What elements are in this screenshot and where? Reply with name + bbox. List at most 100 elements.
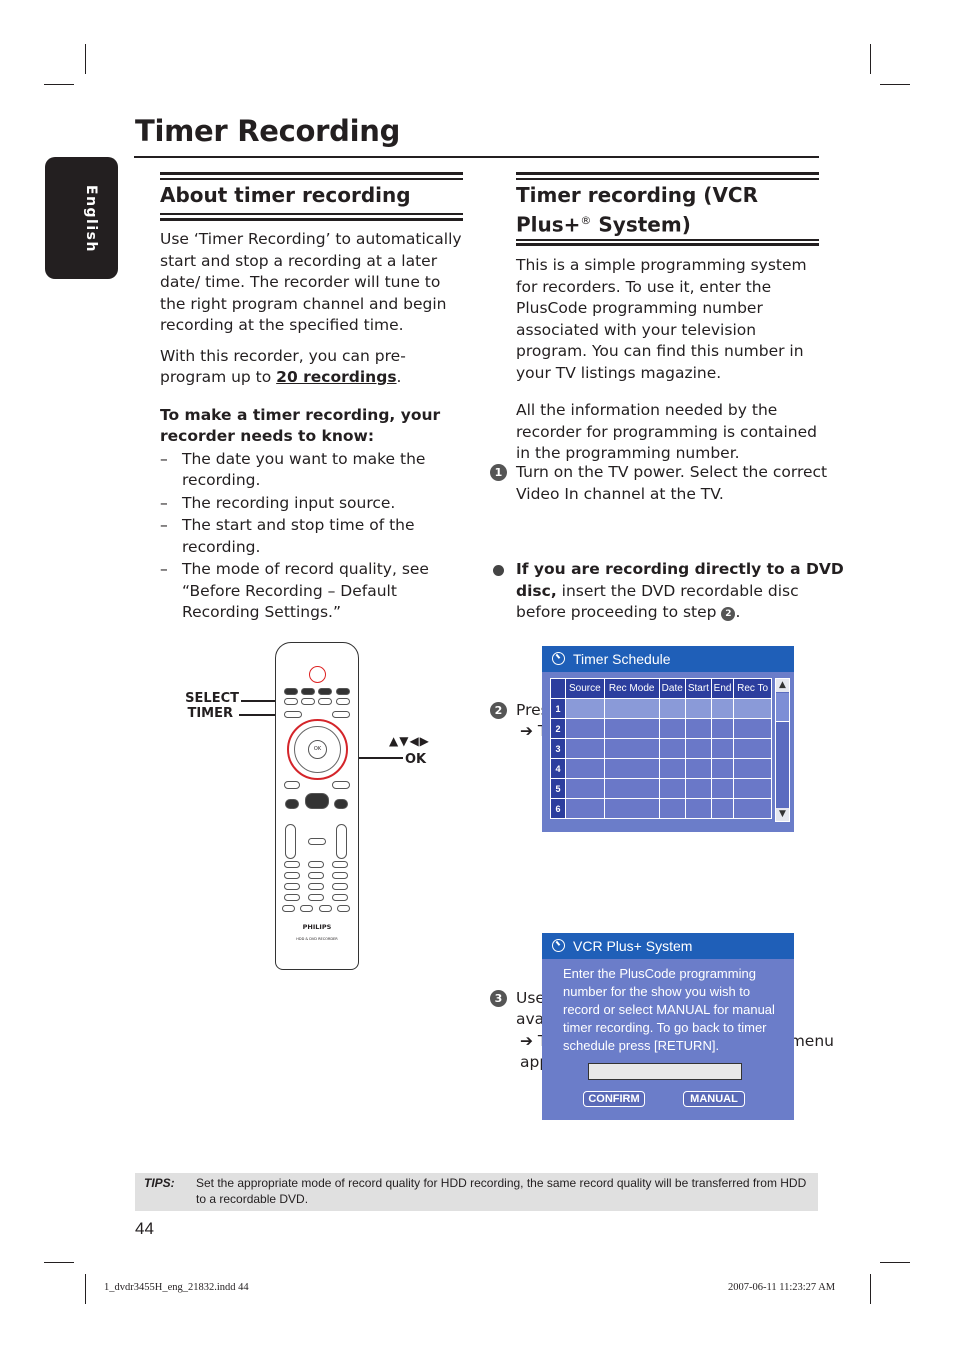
- column-header: Rec Mode: [603, 678, 660, 699]
- step-text: Turn on the TV power. Select the correct…: [516, 463, 828, 503]
- pluscode-input[interactable]: [588, 1063, 742, 1080]
- row-number: 5: [550, 778, 566, 799]
- table-row[interactable]: 4: [550, 758, 772, 779]
- table-row[interactable]: 5: [550, 778, 772, 799]
- heading-rule-top: [160, 172, 463, 175]
- recordings-count: 20 recordings: [276, 368, 397, 386]
- tips-label: TIPS:: [144, 1176, 175, 1190]
- heading-text: System): [591, 212, 691, 237]
- footer-timestamp: 2007-06-11 11:23:27 AM: [728, 1282, 836, 1293]
- remote-brand-logo: PHILIPS: [302, 923, 332, 931]
- heading-line-2: Plus+® System): [516, 208, 758, 238]
- remote-button: [300, 905, 313, 912]
- tips-box: TIPS: Set the appropriate mode of record…: [135, 1173, 818, 1211]
- footer-filename: 1_dvdr3455H_eng_21832.indd 44: [104, 1282, 249, 1293]
- remote-button: [318, 698, 332, 705]
- needs-item: The date you want to make the recording.: [160, 449, 462, 492]
- crop-mark: [880, 1262, 910, 1263]
- timer-button: [284, 711, 302, 718]
- table-row[interactable]: 6: [550, 798, 772, 819]
- table-row[interactable]: 3: [550, 738, 772, 759]
- play-pause-button-icon: [305, 793, 329, 809]
- page-number: 44: [135, 1219, 154, 1238]
- intro-paragraph: Use ‘Timer Recording’ to automatically s…: [160, 230, 462, 334]
- timer-schedule-table: Source Rec Mode Date Start End Rec To 1 …: [550, 678, 772, 819]
- preprogram-suffix: .: [396, 368, 402, 386]
- vcr-plus-title: VCR Plus+ System: [573, 938, 693, 954]
- crop-mark: [44, 84, 74, 85]
- section-heading-about: About timer recording: [160, 183, 411, 207]
- number-button: [308, 894, 324, 901]
- scrollbar-thumb[interactable]: [776, 693, 789, 722]
- page-title: Timer Recording: [135, 114, 401, 148]
- scroll-down-icon[interactable]: ▼: [776, 808, 789, 821]
- number-button: [284, 861, 300, 868]
- channel-rocker: [336, 824, 347, 859]
- confirm-button[interactable]: CONFIRM: [583, 1091, 645, 1107]
- crop-mark: [870, 1274, 871, 1304]
- column-header: Date: [658, 678, 686, 699]
- column-header: End: [710, 678, 735, 699]
- number-button: [332, 883, 348, 890]
- scroll-up-icon[interactable]: ▲: [776, 679, 789, 692]
- mute-button: [308, 838, 326, 845]
- language-tab-label: English: [83, 185, 99, 253]
- tips-text: Set the appropriate mode of record quali…: [196, 1176, 807, 1206]
- timer-schedule-title: Timer Schedule: [573, 651, 671, 667]
- row-number: 4: [550, 758, 566, 779]
- bullet-text: .: [735, 603, 741, 621]
- needs-item: The recording input source.: [160, 493, 462, 515]
- crop-mark: [44, 1262, 74, 1263]
- table-row[interactable]: 1: [550, 698, 772, 719]
- callout-select: SELECT: [185, 691, 239, 706]
- row-number: 6: [550, 798, 566, 819]
- schedule-scrollbar[interactable]: ▲ ▼: [775, 678, 790, 822]
- step-number-2: 2: [490, 701, 507, 719]
- number-button: [308, 861, 324, 868]
- vcr-plus-header: VCR Plus+ System: [542, 933, 794, 959]
- remote-button: [284, 894, 300, 901]
- table-header-row: Source Rec Mode Date Start End Rec To: [550, 678, 772, 699]
- title-rule: [134, 156, 819, 158]
- needs-item: The mode of record quality, see “Before …: [160, 559, 462, 624]
- table-row[interactable]: 2: [550, 718, 772, 739]
- heading-rule-top-thin: [516, 178, 819, 180]
- needs-list: The date you want to make the recording.…: [160, 449, 462, 624]
- vcr-plus-message: Enter the PlusCode programming number fo…: [563, 966, 775, 1053]
- needs-heading: To make a timer recording, your recorder…: [160, 405, 441, 446]
- heading-rule-top: [516, 172, 819, 175]
- timer-schedule-screen: Timer Schedule Source Rec Mode Date Star…: [542, 646, 794, 832]
- bullet-dvd: If you are recording directly to a DVD d…: [490, 559, 846, 624]
- row-number: 1: [550, 698, 566, 719]
- row-number: 2: [550, 718, 566, 739]
- clock-icon: [552, 939, 565, 952]
- step-1: 1 Turn on the TV power. Select the corre…: [490, 462, 846, 505]
- navigation-ring-highlight: OK: [287, 719, 348, 780]
- needs-item: The start and stop time of the recording…: [160, 515, 462, 558]
- callout-arrows: ▲▼◀▶: [389, 734, 430, 748]
- remote-button: [318, 688, 332, 695]
- number-button: [284, 872, 300, 879]
- corner-cell: [550, 678, 566, 699]
- heading-line-1: Timer recording (VCR: [516, 183, 759, 207]
- clock-icon: [552, 652, 565, 665]
- number-button: [308, 883, 324, 890]
- column-header: Start: [684, 678, 712, 699]
- heading-rule-bottom: [160, 218, 463, 221]
- callout-ok: OK: [405, 752, 427, 767]
- step-number-1: 1: [490, 464, 507, 481]
- remote-button: [301, 698, 315, 705]
- section-heading-vcr-plus: Timer recording (VCR Plus+® System): [516, 182, 758, 238]
- number-button: [332, 861, 348, 868]
- crop-mark: [85, 1274, 86, 1304]
- setup-button: [332, 711, 350, 718]
- heading-rule-bottom-thin: [160, 213, 463, 215]
- crop-mark: [870, 44, 871, 74]
- bullet-icon: [493, 565, 504, 576]
- callout-timer: TIMER: [187, 706, 233, 721]
- timer-schedule-header: Timer Schedule: [542, 646, 794, 672]
- manual-button[interactable]: MANUAL: [683, 1091, 745, 1107]
- remote-button: [332, 894, 348, 901]
- crop-mark: [880, 84, 910, 85]
- column-header: Rec To: [733, 678, 772, 699]
